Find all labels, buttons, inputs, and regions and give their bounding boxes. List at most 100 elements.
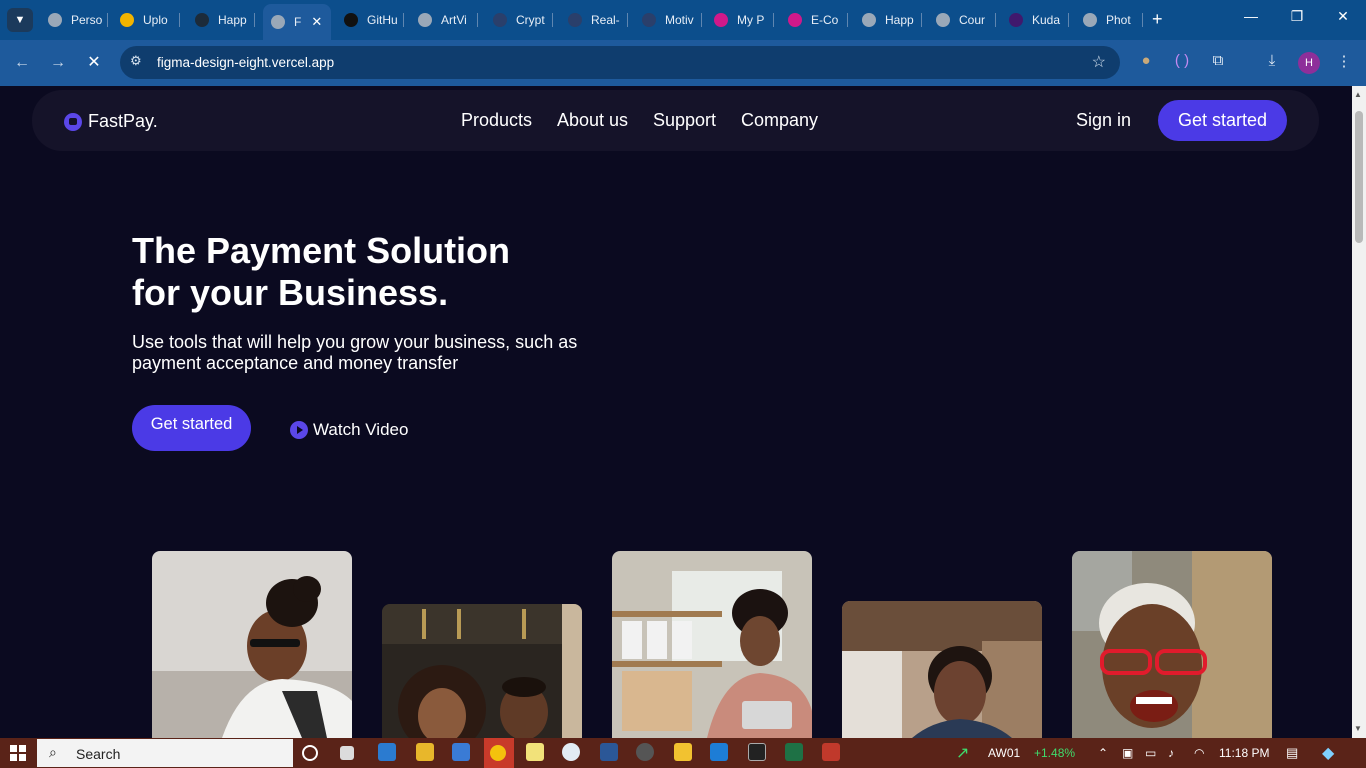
browser-tab[interactable]: Perso <box>40 6 108 34</box>
tab-separator <box>773 13 774 27</box>
downloads-icon[interactable]: ⤓ <box>1261 52 1283 69</box>
browser-tab[interactable]: Motiv <box>634 6 702 34</box>
stop-loading-icon[interactable]: ✕ <box>82 51 106 75</box>
app-icon-slack[interactable] <box>562 743 580 761</box>
get-started-nav-button[interactable]: Get started <box>1158 100 1287 141</box>
nav-about-us[interactable]: About us <box>557 110 628 131</box>
browser-tab[interactable]: Real- <box>560 6 628 34</box>
browser-tab[interactable]: Uplo <box>112 6 180 34</box>
wifi-icon[interactable]: ◠ <box>1194 746 1204 760</box>
app-icon-file-explorer[interactable] <box>674 743 692 761</box>
watch-video-label: Watch Video <box>313 420 409 439</box>
tab-label: Kuda <box>1032 13 1061 27</box>
taskbar-search[interactable]: ⌕ Search <box>37 739 293 767</box>
browser-tab[interactable]: Cour <box>928 6 996 34</box>
browser-tab[interactable]: F ✕ <box>263 4 331 40</box>
scroll-up-icon[interactable]: ▲ <box>1354 90 1362 99</box>
meet-now-icon[interactable]: ▣ <box>1122 746 1133 760</box>
widgets-icon[interactable] <box>340 746 354 760</box>
tab-favicon-icon <box>344 13 358 27</box>
tray-chevron-icon[interactable]: ⌃ <box>1098 746 1108 760</box>
app-icon-sourcetree[interactable] <box>416 743 434 761</box>
browser-tab[interactable]: Happ <box>187 6 255 34</box>
tab-favicon-icon <box>862 13 876 27</box>
tab-strip: ▼ Perso Uplo Happ F ✕ GitHu ArtVi Crypt Real- Mot… <box>0 0 1366 40</box>
nav-company[interactable]: Company <box>741 110 818 131</box>
app-icon-vscode[interactable] <box>710 743 728 761</box>
battery-icon[interactable]: ▭ <box>1145 746 1156 760</box>
tab-favicon-icon <box>1009 13 1023 27</box>
customer-photo-1 <box>152 551 352 738</box>
app-icon-word[interactable] <box>600 743 618 761</box>
watch-video-link[interactable]: Watch Video <box>290 420 408 440</box>
tab-label: Uplo <box>143 13 168 27</box>
new-tab-button[interactable]: + <box>1152 9 1163 29</box>
windows-start-icon[interactable] <box>10 745 26 761</box>
close-tab-icon[interactable]: ✕ <box>311 14 322 30</box>
app-icon-excel[interactable] <box>785 743 803 761</box>
customer-photo-2 <box>382 604 582 738</box>
browser-tab[interactable]: Kuda <box>1001 6 1069 34</box>
get-started-hero-button[interactable]: Get started <box>132 405 251 451</box>
tab-label: Perso <box>71 13 103 27</box>
copilot-icon[interactable]: ◆ <box>1322 743 1334 763</box>
profile-avatar[interactable]: H <box>1298 52 1320 74</box>
app-icon-mail[interactable] <box>452 743 470 761</box>
logo-text: FastPay. <box>88 111 158 131</box>
notifications-icon[interactable]: ▤ <box>1286 745 1298 761</box>
browser-tab[interactable]: My P <box>706 6 774 34</box>
extension-icon[interactable]: ● <box>1135 52 1157 69</box>
restore-button[interactable]: ❐ <box>1282 8 1312 25</box>
tab-separator <box>921 13 922 27</box>
tab-label: ArtVi <box>441 13 467 27</box>
browser-toolbar: ← → ✕ ⚙ figma-design-eight.vercel.app ☆ … <box>0 40 1366 86</box>
app-icon-store[interactable] <box>378 743 396 761</box>
browser-tab[interactable]: ArtVi <box>410 6 478 34</box>
app-icon-terminal[interactable] <box>748 743 766 761</box>
tab-separator <box>552 13 553 27</box>
browser-tab[interactable]: Crypt <box>485 6 553 34</box>
nav-products[interactable]: Products <box>461 110 532 131</box>
tab-search-button[interactable]: ▼ <box>7 8 33 32</box>
fastpay-logo[interactable]: FastPay. <box>64 111 158 132</box>
page-scrollbar[interactable]: ▲ ▼ <box>1352 86 1366 738</box>
address-bar[interactable]: ⚙ figma-design-eight.vercel.app ☆ <box>120 46 1120 79</box>
browser-tab[interactable]: Phot <box>1075 6 1143 34</box>
tab-label: F <box>294 15 302 29</box>
tab-favicon-icon <box>936 13 950 27</box>
back-icon[interactable]: ← <box>10 51 34 75</box>
volume-icon[interactable]: ♪ <box>1168 746 1174 760</box>
app-icon-obs[interactable] <box>636 743 654 761</box>
close-window-button[interactable]: ✕ <box>1328 8 1358 25</box>
tab-favicon-icon <box>195 13 209 27</box>
bookmark-star-icon[interactable]: ☆ <box>1092 52 1106 72</box>
browser-tab[interactable]: Happ <box>854 6 922 34</box>
clock-time[interactable]: 11:18 PM <box>1219 746 1269 760</box>
forward-icon[interactable]: → <box>46 51 70 75</box>
app-icon-notes[interactable] <box>526 743 544 761</box>
browser-menu-icon[interactable]: ⋮ <box>1333 52 1355 70</box>
task-view-icon[interactable] <box>302 745 318 761</box>
stock-chart-icon: ↗ <box>956 745 970 762</box>
tab-separator <box>254 13 255 27</box>
scroll-down-icon[interactable]: ▼ <box>1354 724 1362 733</box>
tab-separator <box>403 13 404 27</box>
tab-favicon-icon <box>642 13 656 27</box>
browser-tab[interactable]: E-Co <box>780 6 848 34</box>
tab-label: Happ <box>218 13 247 27</box>
site-info-icon[interactable]: ⚙ <box>130 53 142 69</box>
stock-change: +1.48% <box>1034 746 1076 760</box>
sign-in-link[interactable]: Sign in <box>1076 110 1131 131</box>
extension-2-icon[interactable]: ( ) <box>1171 52 1193 69</box>
tab-separator <box>701 13 702 27</box>
browser-tab[interactable]: GitHu <box>336 6 404 34</box>
nav-support[interactable]: Support <box>653 110 716 131</box>
minimize-button[interactable]: — <box>1236 8 1266 24</box>
scrollbar-thumb[interactable] <box>1355 111 1363 243</box>
app-icon-figma[interactable] <box>822 743 840 761</box>
tab-separator <box>627 13 628 27</box>
tab-label: Cour <box>959 13 986 27</box>
tab-separator <box>179 13 180 27</box>
extensions-puzzle-icon[interactable]: ⧉ <box>1207 52 1229 69</box>
hero-title-line-2: for your Business. <box>132 272 449 313</box>
